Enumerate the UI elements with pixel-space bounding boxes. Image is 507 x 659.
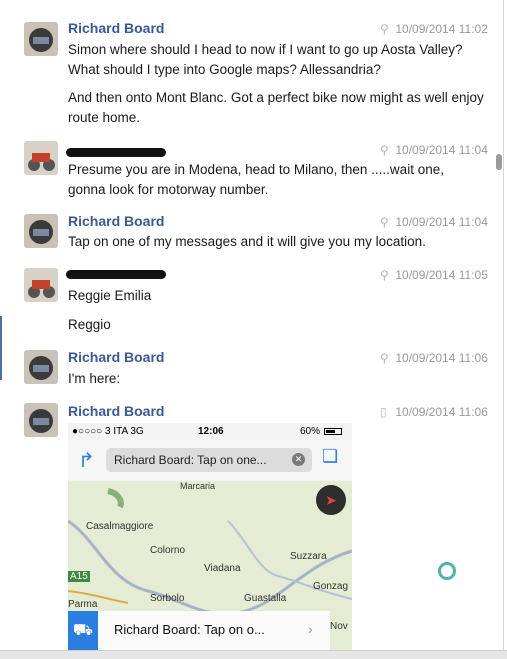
map-label: Marcaria: [180, 481, 216, 491]
message-meta: ⚲ 10/09/2014 11:04: [380, 215, 488, 229]
timestamp: 10/09/2014 11:06: [395, 405, 488, 419]
map-label: A15: [68, 571, 90, 582]
timestamp: 10/09/2014 11:05: [395, 268, 488, 282]
message-text: Reggie Emilia: [68, 288, 152, 303]
location-card-text: Richard Board: Tap on o...: [114, 622, 265, 637]
battery-icon: [324, 428, 342, 435]
carrier-text: ●○○○○ 3 ITA 3G: [72, 426, 144, 437]
sender-name[interactable]: Richard Board: [68, 403, 164, 419]
avatar: [24, 350, 58, 384]
timestamp: 10/09/2014 11:02: [395, 22, 488, 36]
map-label: Nov: [330, 621, 348, 632]
chevron-right-icon: ›: [308, 621, 313, 637]
right-border: [503, 0, 504, 650]
left-edge-marker: [0, 316, 2, 380]
mobile-device-icon: ▯: [380, 405, 387, 419]
location-pin-icon[interactable]: ⚲: [380, 22, 392, 36]
message-meta: ⚲ 10/09/2014 11:04: [380, 143, 488, 157]
message-meta: ▯ 10/09/2014 11:06: [380, 405, 488, 419]
book-icon: ❏: [322, 446, 339, 466]
battery-text: 60%: [300, 426, 321, 437]
map-label: Gonzag: [313, 581, 349, 592]
map-label: Viadana: [204, 563, 241, 574]
url-text: Richard Board: Tap on one...: [114, 453, 267, 467]
timestamp: 10/09/2014 11:06: [395, 351, 488, 365]
location-pin-icon[interactable]: ⚲: [380, 268, 392, 282]
sender-name[interactable]: Richard Board: [68, 349, 164, 365]
phone-url-bar: ↱ Richard Board: Tap on one... ✕ ❏: [68, 440, 352, 480]
message-text: And then onto Mont Blanc. Got a perfect …: [68, 90, 484, 125]
map-label: Parma: [68, 599, 98, 610]
url-box: Richard Board: Tap on one... ✕: [106, 448, 312, 472]
map-label: Colorno: [150, 545, 186, 556]
message-text: Tap on one of my messages and it will gi…: [68, 234, 426, 249]
location-card: ⛟ Richard Board: Tap on o... ›: [68, 611, 330, 650]
sender-name[interactable]: Richard Board: [68, 20, 164, 36]
location-pin-icon[interactable]: ⚲: [380, 143, 392, 157]
map-label: Casalmaggiore: [86, 521, 154, 532]
avatar: [24, 214, 58, 248]
phone-status-bar: ●○○○○ 3 ITA 3G 12:06 60%: [68, 423, 352, 440]
location-pin-icon[interactable]: ⚲: [380, 351, 392, 365]
avatar: [24, 268, 58, 302]
map-screenshot-attachment[interactable]: ●○○○○ 3 ITA 3G 12:06 60% ↱ Richard Board…: [68, 423, 352, 650]
loading-spinner-icon: [438, 562, 456, 580]
message-text: Reggio: [68, 317, 111, 332]
location-pin-icon[interactable]: ⚲: [380, 215, 392, 229]
map-label: Suzzara: [290, 551, 327, 562]
message-text: I'm here:: [68, 371, 121, 386]
message-text: Simon where should I head to now if I wa…: [68, 42, 463, 77]
timestamp: 10/09/2014 11:04: [395, 143, 488, 157]
avatar: [24, 403, 58, 437]
clear-icon: ✕: [292, 453, 305, 466]
redacted-sender-name: [66, 148, 166, 157]
map-label: Sorbolo: [150, 593, 185, 604]
scrollbar-thumb[interactable]: [496, 154, 502, 170]
map-label: Guastalla: [244, 593, 287, 604]
message-meta: ⚲ 10/09/2014 11:06: [380, 351, 488, 365]
avatar: [24, 141, 58, 175]
avatar: [24, 22, 58, 56]
message-meta: ⚲ 10/09/2014 11:02: [380, 22, 488, 36]
sender-name[interactable]: Richard Board: [68, 213, 164, 229]
share-arrow-icon: ↱: [78, 450, 95, 472]
compass-icon: ➤: [316, 485, 346, 515]
timestamp: 10/09/2014 11:04: [395, 215, 488, 229]
message-text: Presume you are in Modena, head to Milan…: [68, 162, 444, 197]
car-icon: ⛟: [68, 611, 98, 650]
phone-time: 12:06: [198, 426, 224, 437]
redacted-sender-name: [66, 270, 166, 279]
message-meta: ⚲ 10/09/2014 11:05: [380, 268, 488, 282]
